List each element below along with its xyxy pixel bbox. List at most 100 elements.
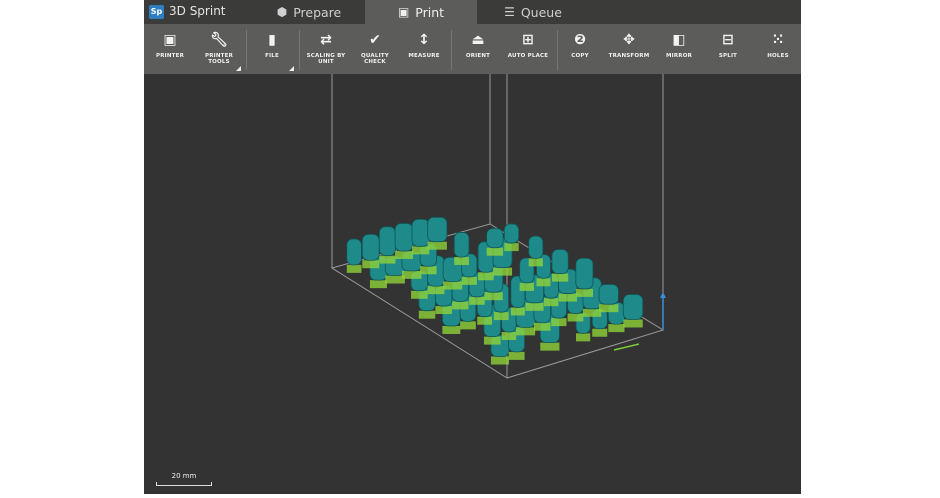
transform-icon: ✥ [623,32,635,48]
divider [451,30,452,70]
check-circle-icon: ✔ [369,32,381,48]
support-structure [551,273,569,282]
support-structure [493,267,513,276]
label: FILE [265,53,279,59]
build-scene [330,74,666,379]
copy-button[interactable]: ❷ COPY [560,24,600,74]
dental-model-part [622,294,644,320]
support-structure [515,327,536,336]
support-structure [533,322,551,331]
divider [246,30,247,70]
support-structure [525,302,544,311]
support-structure [558,293,577,302]
list-icon: ☰ [504,5,515,19]
support-structure [461,276,477,285]
tab-label: Print [415,4,445,20]
support-structure [379,255,396,264]
support-structure [543,298,559,307]
split-icon: ⊟ [722,32,734,48]
transform-button[interactable]: ✥ TRANSFORM [606,24,652,74]
scaling-icon: ⇄ [320,32,332,48]
app-logo: Sp [149,5,164,19]
orient-button[interactable]: ⏏ ORIENT [458,24,498,74]
support-structure [501,331,517,340]
title-bar: Sp 3D Sprint ⬢ Prepare ▣ Print ☰ Queue [144,0,801,24]
x-axis-indicator [613,343,640,351]
label: SPLIT [718,53,738,59]
dental-model-part [503,223,520,244]
dental-model-part [486,228,504,249]
orient-icon: ⏏ [471,32,485,48]
label: QUALITY CHECK [361,53,389,65]
support-structure [442,325,461,334]
support-structure [478,272,494,281]
dental-model-part [598,284,619,305]
label: PRINTER TOOLS [204,53,234,65]
support-structure [443,281,463,290]
dental-model-part [427,216,448,243]
support-structure [362,260,380,269]
support-structure [395,250,413,259]
app-window: Sp 3D Sprint ⬢ Prepare ▣ Print ☰ Queue ▣ PRI… [144,0,801,494]
split-button[interactable]: ⊟ SPLIT [708,24,748,74]
print-cube-icon: ▣ [397,5,410,19]
dental-model-part [528,235,544,259]
dropdown-corner-icon [289,66,294,71]
dropdown-corner-icon [236,66,241,71]
support-structure [540,342,560,351]
parts-group [346,216,644,365]
label: MEASURE [408,53,440,59]
label: HOLES [767,53,789,59]
dental-model-part [411,218,430,247]
support-structure [420,266,437,275]
toolbar: ▣ PRINTER 🔧︎ PRINTER TOOLS ▮ FILE ⇄ SCALING … [144,24,801,74]
dental-model-part [453,232,470,258]
support-structure [504,243,519,252]
tab-queue[interactable]: ☰ Queue [477,0,589,24]
printer-tools-button[interactable]: 🔧︎ PRINTER TOOLS [199,24,239,74]
scale-bar-line [156,482,212,486]
support-structure [486,247,504,256]
auto-place-button[interactable]: ⊞ AUTO PLACE [504,24,552,74]
file-button[interactable]: ▮ FILE [252,24,292,74]
quality-check-button[interactable]: ✔ QUALITY CHECK [355,24,395,74]
label: SCALING BY UNIT [306,53,346,65]
support-structure [490,356,509,365]
label: TRANSFORM [608,53,650,59]
cube-icon: ⬢ [276,5,288,19]
file-icon: ▮ [268,32,276,48]
dental-model-part [551,249,569,275]
dental-model-part [378,226,396,256]
z-axis-arrow-icon [660,292,666,298]
mirror-button[interactable]: ◧ MIRROR [659,24,699,74]
scale-label: 20 mm [171,472,197,480]
divider [557,30,558,70]
tab-label: Queue [520,4,562,20]
3d-viewport[interactable]: 20 mm [144,74,801,494]
tab-print[interactable]: ▣ Print [365,0,477,24]
printer-button[interactable]: ▣ PRINTER [150,24,190,74]
label: PRINTER [155,53,185,59]
measure-button[interactable]: ↕ MEASURE [404,24,444,74]
support-structure [519,282,534,291]
support-structure [369,280,387,289]
support-structure [576,333,591,342]
tab-prepare[interactable]: ⬢ Prepare [254,0,364,24]
support-structure [599,304,619,313]
support-structure [401,270,422,279]
dental-model-part [575,257,594,290]
dental-model-part [361,233,380,261]
support-structure [411,290,428,299]
divider [299,30,300,70]
mirror-icon: ◧ [672,32,686,48]
support-structure [427,286,445,295]
support-structure [435,306,452,315]
support-structure [418,310,436,319]
dental-model-part [394,223,414,252]
support-structure [427,241,447,250]
support-structure [567,313,584,322]
auto-place-icon: ⊞ [522,32,534,48]
scaling-by-unit-button[interactable]: ⇄ SCALING BY UNIT [302,24,350,74]
support-structure [575,288,593,297]
holes-button[interactable]: ⁙ HOLES [758,24,798,74]
